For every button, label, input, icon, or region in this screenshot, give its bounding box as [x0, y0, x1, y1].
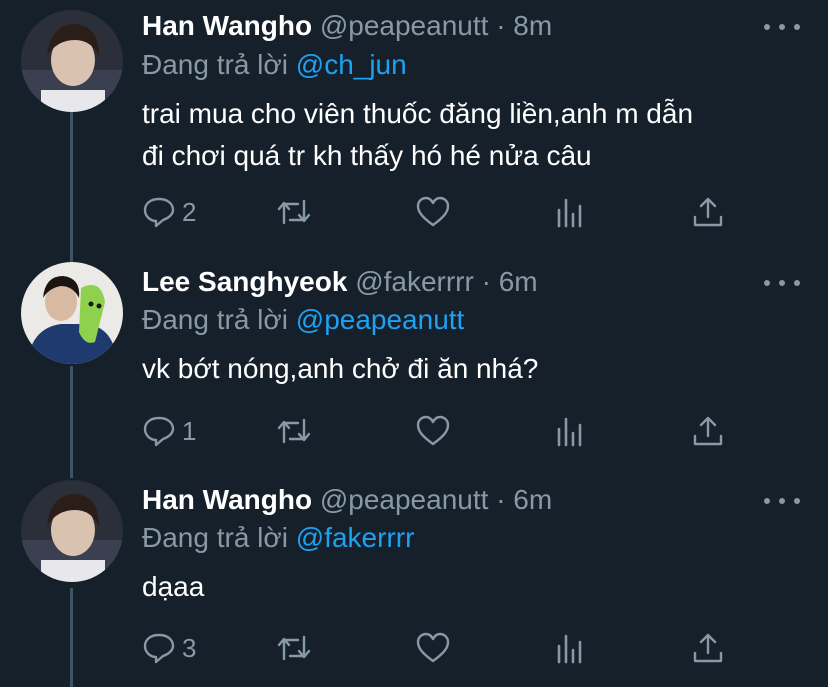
like-button[interactable] [416, 411, 450, 451]
share-icon [692, 414, 724, 448]
replying-to: Đang trả lời @peapeanutt [142, 302, 464, 338]
handle[interactable]: @peapeanutt [320, 484, 489, 515]
like-button[interactable] [416, 628, 450, 668]
avatar[interactable] [21, 480, 123, 582]
retweet-button[interactable] [276, 628, 312, 668]
action-bar: 2 [142, 192, 732, 232]
share-button[interactable] [692, 192, 724, 232]
timestamp[interactable]: 6m [513, 484, 552, 515]
reply-button[interactable]: 2 [142, 192, 196, 232]
analytics-icon [556, 632, 586, 664]
analytics-button[interactable] [556, 628, 586, 668]
display-name[interactable]: Lee Sanghyeok [142, 266, 347, 297]
timestamp[interactable]: 8m [513, 10, 552, 41]
action-bar: 3 [142, 628, 732, 668]
retweet-button[interactable] [276, 192, 312, 232]
separator: · [496, 10, 506, 41]
tweet-text-line: vk bớt nóng,anh chở đi ăn nhá? [142, 353, 539, 384]
retweet-icon [276, 195, 312, 229]
reply-icon [142, 414, 176, 448]
mention-link[interactable]: @peapeanutt [296, 304, 465, 335]
tweet[interactable]: Han Wangho @peapeanutt · 8m Đang trả lời… [0, 0, 828, 250]
like-button[interactable] [416, 192, 450, 232]
tweet-text-line: dạaa [142, 571, 205, 602]
tweet-header: Lee Sanghyeok @fakerrrr · 6m [142, 264, 538, 300]
reply-icon [142, 631, 176, 665]
tweet[interactable]: Han Wangho @peapeanutt · 6m Đang trả lời… [0, 476, 828, 687]
reply-icon [142, 195, 176, 229]
replying-to: Đang trả lời @ch_jun [142, 47, 407, 83]
tweet-header: Han Wangho @peapeanutt · 6m [142, 482, 552, 518]
tweet-text: dạaa [142, 566, 802, 608]
action-bar: 1 [142, 411, 732, 451]
reply-button[interactable]: 3 [142, 628, 196, 668]
retweet-button[interactable] [276, 411, 312, 451]
like-icon [416, 196, 450, 228]
more-icon[interactable] [764, 273, 800, 293]
reply-count: 1 [182, 415, 197, 446]
avatar[interactable] [21, 10, 123, 112]
more-icon[interactable] [764, 491, 800, 511]
like-icon [416, 632, 450, 664]
replying-to-label: Đang trả lời [142, 304, 288, 335]
mention-link[interactable]: @fakerrrr [296, 522, 415, 553]
analytics-button[interactable] [556, 411, 586, 451]
analytics-button[interactable] [556, 192, 586, 232]
share-button[interactable] [692, 411, 724, 451]
like-icon [416, 415, 450, 447]
mention-link[interactable]: @ch_jun [296, 49, 407, 80]
tweet-text-line: đi chơi quá tr kh thấy hó hé nửa câu [142, 140, 592, 171]
handle[interactable]: @peapeanutt [320, 10, 489, 41]
avatar[interactable] [21, 262, 123, 364]
separator: · [496, 484, 506, 515]
share-button[interactable] [692, 628, 724, 668]
analytics-icon [556, 196, 586, 228]
reply-count: 3 [182, 632, 197, 663]
handle[interactable]: @fakerrrr [355, 266, 474, 297]
display-name[interactable]: Han Wangho [142, 10, 312, 41]
tweet-text: trai mua cho viên thuốc đăng liền,anh m … [142, 93, 802, 177]
reply-button[interactable]: 1 [142, 411, 196, 451]
retweet-icon [276, 414, 312, 448]
display-name[interactable]: Han Wangho [142, 484, 312, 515]
tweet[interactable]: Lee Sanghyeok @fakerrrr · 6m Đang trả lờ… [0, 258, 828, 468]
replying-to-label: Đang trả lời [142, 522, 288, 553]
replying-to: Đang trả lời @fakerrrr [142, 520, 414, 556]
reply-count: 2 [182, 196, 197, 227]
retweet-icon [276, 631, 312, 665]
tweet-header: Han Wangho @peapeanutt · 8m [142, 8, 552, 44]
tweet-text-line: trai mua cho viên thuốc đăng liền,anh m … [142, 98, 694, 129]
timestamp[interactable]: 6m [499, 266, 538, 297]
analytics-icon [556, 415, 586, 447]
replying-to-label: Đang trả lời [142, 49, 288, 80]
tweet-text: vk bớt nóng,anh chở đi ăn nhá? [142, 348, 802, 390]
more-icon[interactable] [764, 17, 800, 37]
share-icon [692, 195, 724, 229]
share-icon [692, 631, 724, 665]
separator: · [481, 266, 491, 297]
